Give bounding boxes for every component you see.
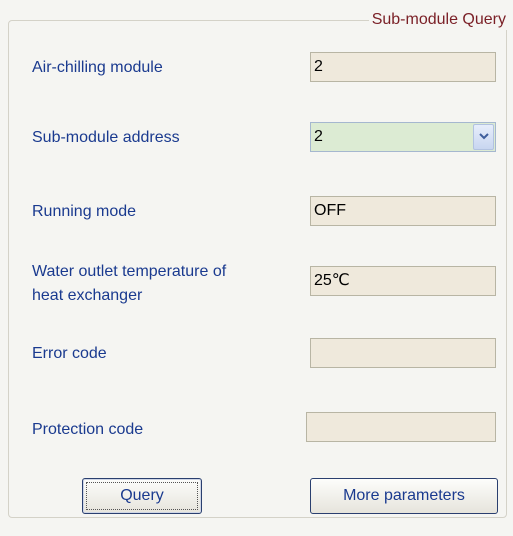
protection-code-field[interactable]	[306, 412, 496, 442]
air-chilling-module-label: Air-chilling module	[32, 59, 163, 76]
running-mode-label: Running mode	[32, 203, 137, 220]
sub-module-address-select[interactable]: 2	[310, 122, 496, 152]
running-mode-field[interactable]: OFF	[310, 196, 496, 226]
water-outlet-temp-field[interactable]: 25℃	[310, 266, 496, 296]
sub-module-address-value: 2	[314, 128, 323, 145]
focus-rect	[86, 482, 198, 510]
chevron-down-icon	[479, 133, 489, 140]
dropdown-button[interactable]	[473, 124, 494, 150]
air-chilling-module-field[interactable]: 2	[310, 52, 496, 82]
more-parameters-button[interactable]: More parameters	[310, 478, 498, 514]
error-code-label: Error code	[32, 345, 107, 362]
sub-module-address-label: Sub-module address	[32, 129, 180, 146]
query-button[interactable]: Query	[82, 478, 202, 514]
group-title: Sub-module Query	[368, 10, 509, 30]
more-parameters-label: More parameters	[343, 487, 465, 504]
water-outlet-temp-label-line1: Water outlet temperature of	[32, 263, 227, 280]
water-outlet-temp-label-line2: heat exchanger	[32, 287, 143, 304]
error-code-field[interactable]	[310, 338, 496, 368]
protection-code-label: Protection code	[32, 421, 144, 438]
